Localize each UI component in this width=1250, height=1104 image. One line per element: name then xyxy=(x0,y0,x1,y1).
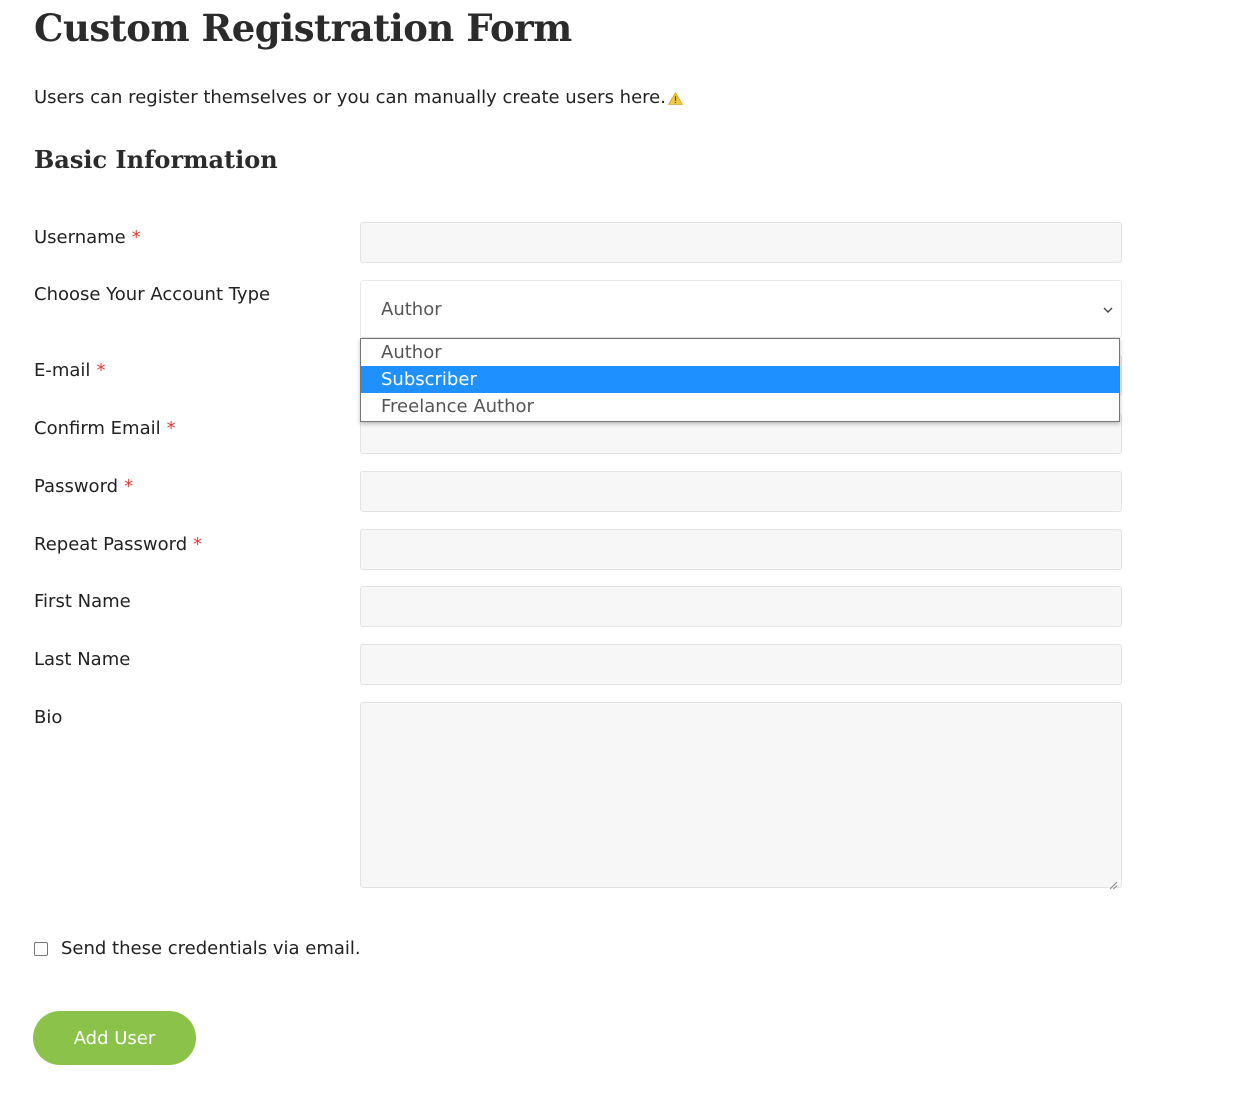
username-label: Username * xyxy=(34,227,141,248)
last-name-input[interactable] xyxy=(360,644,1122,685)
first-name-label: First Name xyxy=(34,591,131,612)
first-name-input[interactable] xyxy=(360,586,1122,627)
password-input[interactable] xyxy=(360,471,1122,512)
password-label: Password * xyxy=(34,476,134,497)
confirm-email-label: Confirm Email * xyxy=(34,418,176,439)
required-mark: * xyxy=(193,534,203,555)
last-name-label: Last Name xyxy=(34,649,131,670)
bio-textarea[interactable] xyxy=(360,702,1122,888)
required-mark: * xyxy=(166,418,176,439)
intro-text-row: Users can register themselves or you can… xyxy=(34,87,684,110)
account-type-select[interactable]: Author xyxy=(360,280,1122,338)
required-mark: * xyxy=(96,360,106,381)
chevron-down-icon xyxy=(1101,302,1115,321)
repeat-password-input[interactable] xyxy=(360,529,1122,570)
resize-handle-icon[interactable] xyxy=(1109,875,1118,894)
email-label: E-mail * xyxy=(34,360,106,381)
required-mark: * xyxy=(124,476,134,497)
add-user-button[interactable]: Add User xyxy=(33,1011,196,1065)
bio-label: Bio xyxy=(34,707,63,728)
dropdown-option-subscriber[interactable]: Subscriber xyxy=(361,366,1119,393)
dropdown-option-author[interactable]: Author xyxy=(361,339,1119,366)
account-type-dropdown-list: Author Subscriber Freelance Author xyxy=(360,338,1120,422)
send-credentials-checkbox[interactable] xyxy=(34,942,48,956)
send-credentials-label[interactable]: Send these credentials via email. xyxy=(61,938,361,959)
account-type-selected-value: Author xyxy=(381,299,442,320)
intro-text: Users can register themselves or you can… xyxy=(34,87,666,108)
account-type-label: Choose Your Account Type xyxy=(34,284,271,305)
username-input[interactable] xyxy=(360,222,1122,263)
dropdown-option-freelance-author[interactable]: Freelance Author xyxy=(361,393,1119,420)
page-title: Custom Registration Form xyxy=(34,6,572,50)
warning-icon xyxy=(667,89,684,110)
required-mark: * xyxy=(131,227,141,248)
repeat-password-label: Repeat Password * xyxy=(34,534,203,555)
section-title: Basic Information xyxy=(34,145,278,174)
